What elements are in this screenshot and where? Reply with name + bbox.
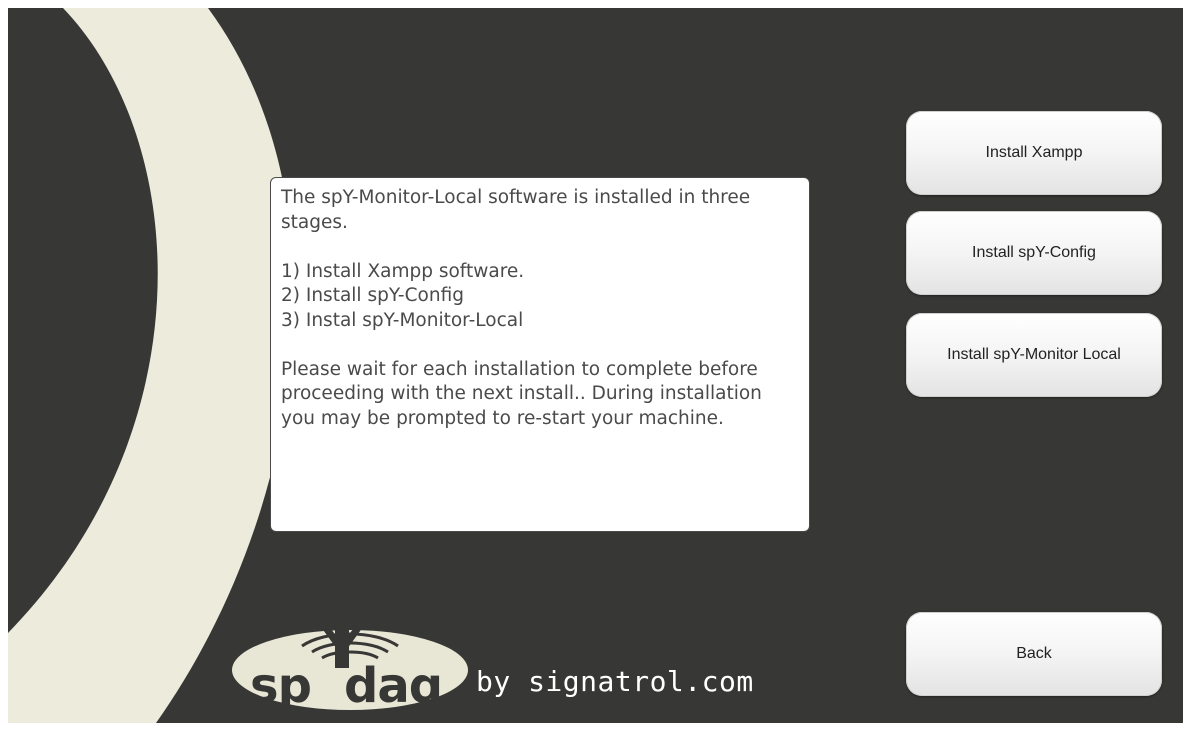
install-monitor-button[interactable]: Install spY-Monitor Local xyxy=(906,313,1162,397)
spydaq-logo: sp daq xyxy=(232,625,468,712)
svg-text:daq: daq xyxy=(344,658,442,712)
back-button[interactable]: Back xyxy=(906,612,1162,696)
install-xampp-button[interactable]: Install Xampp xyxy=(906,111,1162,195)
install-config-button[interactable]: Install spY-Config xyxy=(906,211,1162,295)
installer-window: The spY-Monitor-Local software is instal… xyxy=(8,8,1183,723)
svg-text:sp: sp xyxy=(250,658,311,712)
byline-text: by signatrol.com xyxy=(476,665,754,698)
instructions-text: The spY-Monitor-Local software is instal… xyxy=(270,177,810,532)
